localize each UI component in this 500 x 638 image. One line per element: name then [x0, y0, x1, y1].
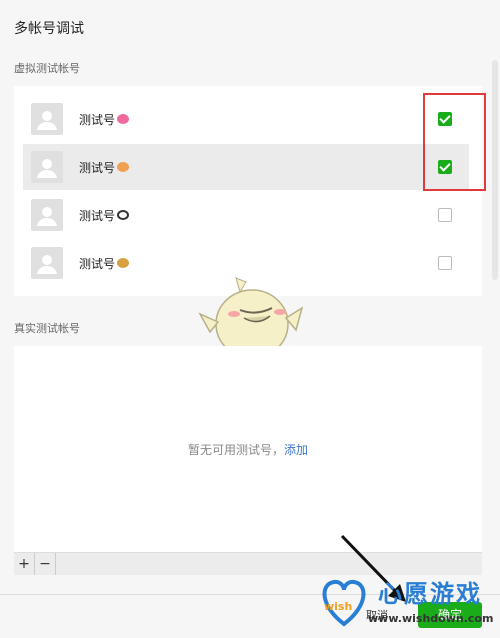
- watermark-brand: 心愿游戏: [378, 580, 482, 608]
- fist-emoji-icon: [117, 162, 130, 172]
- pig-emoji-icon: [117, 114, 130, 124]
- account-checkbox[interactable]: [438, 208, 452, 222]
- dialog-title: 多帐号调试: [14, 21, 84, 37]
- real-account-panel: 暂无可用测试号，添加: [14, 346, 482, 552]
- account-row[interactable]: 测试号: [23, 192, 469, 238]
- avatar: [31, 151, 63, 183]
- default-avatar-icon: [37, 111, 57, 130]
- highlight-annotation-box: [423, 93, 486, 191]
- account-checkbox[interactable]: [438, 256, 452, 270]
- account-name: 测试号: [79, 207, 130, 224]
- empty-state-text: 暂无可用测试号，: [187, 443, 284, 457]
- wish-heart-logo-icon: wish: [322, 579, 366, 627]
- empty-state: 暂无可用测试号，添加: [14, 441, 482, 458]
- add-account-link[interactable]: 添加: [284, 443, 308, 457]
- list-toolbar: + −: [14, 552, 482, 575]
- add-button[interactable]: +: [14, 553, 35, 575]
- account-row[interactable]: 测试号: [23, 144, 469, 190]
- account-name: 测试号: [79, 159, 130, 176]
- avatar: [31, 199, 63, 231]
- scrollbar[interactable]: [492, 60, 498, 280]
- real-accounts-label: 真实测试帐号: [14, 322, 80, 335]
- account-name: 测试号: [79, 255, 130, 272]
- virtual-account-list: 测试号 测试号 测试号 测试号: [14, 86, 482, 296]
- default-avatar-icon: [37, 255, 57, 274]
- account-row[interactable]: 测试号: [23, 96, 469, 142]
- account-name: 测试号: [79, 111, 130, 128]
- remove-button[interactable]: −: [35, 553, 56, 575]
- panda-emoji-icon: [117, 210, 130, 220]
- svg-text:wish: wish: [324, 600, 352, 613]
- default-avatar-icon: [37, 207, 57, 226]
- avatar: [31, 103, 63, 135]
- default-avatar-icon: [37, 159, 57, 178]
- avatar: [31, 247, 63, 279]
- virtual-accounts-label: 虚拟测试帐号: [14, 62, 80, 75]
- watermark-url: www.wishdown.com: [368, 612, 494, 625]
- cat-emoji-icon: [117, 258, 130, 268]
